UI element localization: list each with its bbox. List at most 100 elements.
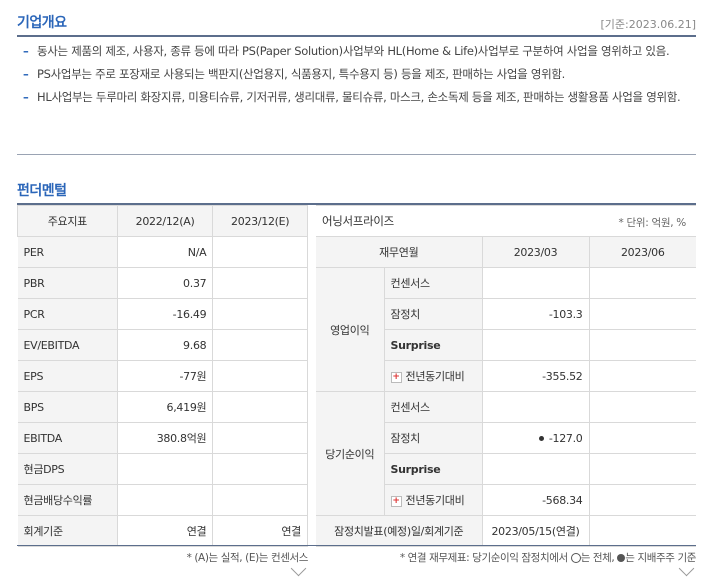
indicator-label: BPS	[17, 391, 118, 423]
earnings-value-1: -355.52	[481, 360, 590, 392]
indicator-estimate	[212, 453, 308, 485]
earnings-footnote: * 연결 재무제표: 당기순이익 잠정치에서 는 전체, 는 지배주주 기준	[399, 552, 697, 564]
earnings-metric-label: Surprise	[383, 329, 483, 361]
overview-bullet: – 동사는 제품의 제조, 사용자, 종류 등에 따라 PS(Paper Solu…	[23, 44, 670, 58]
header-period: 재무연월	[316, 236, 483, 268]
indicator-label: 현금배당수익률	[17, 484, 118, 516]
header-actual: 2022/12(A)	[116, 205, 214, 237]
earnings-value-1	[481, 329, 590, 361]
fundamentals-table: 주요지표 2022/12(A) 2023/12(E) PER N/A PBR 0.37…	[17, 205, 308, 547]
fundamentals-title: 펀더멘털	[17, 183, 67, 199]
indicator-actual: 연결	[116, 515, 214, 547]
overview-bullet-list: – 동사는 제품의 제조, 사용자, 종류 등에 따라 PS(Paper Solu…	[17, 42, 687, 111]
expand-plus-icon[interactable]: +	[390, 495, 402, 507]
fundamentals-header-row: 주요지표 2022/12(A) 2023/12(E)	[17, 205, 308, 237]
earnings-unit: * 단위: 억원, %	[618, 217, 687, 229]
earnings-metric-label[interactable]: + 전년동기대비	[383, 484, 483, 516]
earnings-metric-label[interactable]: + 전년동기대비	[383, 360, 483, 392]
indicator-actual	[116, 453, 214, 485]
open-circle-icon	[570, 553, 581, 563]
indicator-label: 현금DPS	[17, 453, 118, 485]
earnings-header-row: 재무연월 2023/03 2023/06	[316, 236, 696, 268]
fundamentals-row: 회계기준 연결 연결	[17, 515, 308, 547]
overview-as-of: [기준:2023.06.21]	[600, 18, 696, 31]
earnings-value-1: -127.0	[481, 422, 590, 454]
earnings-row: 당기순이익 컨센서스	[316, 391, 696, 516]
indicator-actual: 0.37	[116, 267, 214, 299]
indicator-label: 회계기준	[17, 515, 118, 547]
earnings-value-1	[481, 453, 590, 485]
earnings-value-2	[588, 422, 696, 454]
earnings-title: 어닝서프라이즈	[322, 214, 394, 228]
fundamentals-row: PBR 0.37	[17, 267, 308, 299]
earnings-value-2	[588, 298, 696, 330]
announce-label: 잠정치발표(예정)일/회계기준	[316, 515, 483, 547]
indicator-estimate	[212, 360, 308, 392]
earnings-value-2	[588, 267, 696, 299]
indicator-estimate	[212, 267, 308, 299]
fundamentals-row: EPS -77원	[17, 360, 308, 392]
earnings-value-2	[588, 391, 696, 423]
earnings-metric-label: 컨센서스	[383, 267, 483, 299]
indicator-estimate: 연결	[212, 515, 308, 547]
indicator-label: EBITDA	[17, 422, 118, 454]
table-bottom-divider	[17, 545, 696, 546]
indicator-actual	[116, 484, 214, 516]
earnings-surprise-table: 어닝서프라이즈 * 단위: 억원, % 재무연월 2023/03 2023/06…	[316, 205, 696, 547]
indicator-estimate	[212, 484, 308, 516]
overview-bottom-divider	[17, 154, 696, 155]
earnings-value-1	[481, 267, 590, 299]
expand-plus-icon[interactable]: +	[390, 371, 402, 383]
indicator-estimate	[212, 391, 308, 423]
earnings-group-label: 영업이익	[316, 267, 385, 392]
indicator-estimate	[212, 422, 308, 454]
indicator-actual: 6,419원	[116, 391, 214, 423]
overview-bullet: – PS사업부는 주로 포장재로 사용되는 백판지(산업용지, 식품용지, 특수용…	[23, 67, 566, 81]
overview-bullet: – HL사업부는 두루마리 화장지류, 미용티슈류, 기저귀류, 생리대류, 물티…	[23, 90, 681, 104]
header-period-1: 2023/03	[481, 236, 590, 268]
overview-divider	[17, 35, 696, 37]
earnings-value-1: -568.34	[481, 484, 590, 516]
earnings-metric-label: 잠정치	[383, 298, 483, 330]
earnings-value-2	[588, 453, 696, 485]
fundamentals-row: PER N/A	[17, 236, 308, 268]
indicator-estimate	[212, 329, 308, 361]
fundamentals-row: EV/EBITDA 9.68	[17, 329, 308, 361]
fundamentals-row: EBITDA 380.8억원	[17, 422, 308, 454]
announce-row: 잠정치발표(예정)일/회계기준 2023/05/15(연결)	[316, 515, 696, 547]
controlling-marker-icon	[538, 436, 544, 441]
earnings-value-2	[588, 484, 696, 516]
fundamentals-row: BPS 6,419원	[17, 391, 308, 423]
indicator-actual: -77원	[116, 360, 214, 392]
indicator-label: PCR	[17, 298, 118, 330]
header-period-2: 2023/06	[588, 236, 696, 268]
earnings-value-2	[588, 360, 696, 392]
header-indicator: 주요지표	[17, 205, 118, 237]
earnings-group-label: 당기순이익	[316, 391, 385, 516]
header-estimate: 2023/12(E)	[212, 205, 308, 237]
indicator-estimate	[212, 298, 308, 330]
fundamentals-row: PCR -16.49	[17, 298, 308, 330]
indicator-label: PBR	[17, 267, 118, 299]
indicator-label: EV/EBITDA	[17, 329, 118, 361]
fundamentals-row: 현금배당수익률	[17, 484, 308, 516]
indicator-label: EPS	[17, 360, 118, 392]
earnings-value-2	[588, 329, 696, 361]
earnings-metric-label: Surprise	[383, 453, 483, 485]
earnings-value-1	[481, 391, 590, 423]
fundamentals-footnote: * (A)는 실적, (E)는 컨센서스	[186, 552, 309, 564]
indicator-actual: N/A	[116, 236, 214, 268]
fundamentals-row: 현금DPS	[17, 453, 308, 485]
earnings-value-1: -103.3	[481, 298, 590, 330]
earnings-metric-label: 잠정치	[383, 422, 483, 454]
earnings-title-row: 어닝서프라이즈 * 단위: 억원, %	[316, 205, 696, 237]
announce-value: 2023/05/15(연결)	[481, 515, 590, 547]
indicator-estimate	[212, 236, 308, 268]
earnings-row: 영업이익 컨센서스	[316, 267, 696, 392]
indicator-actual: 380.8억원	[116, 422, 214, 454]
overview-title: 기업개요	[17, 15, 67, 31]
indicator-label: PER	[17, 236, 118, 268]
earnings-metric-label: 컨센서스	[383, 391, 483, 423]
indicator-actual: 9.68	[116, 329, 214, 361]
indicator-actual: -16.49	[116, 298, 214, 330]
